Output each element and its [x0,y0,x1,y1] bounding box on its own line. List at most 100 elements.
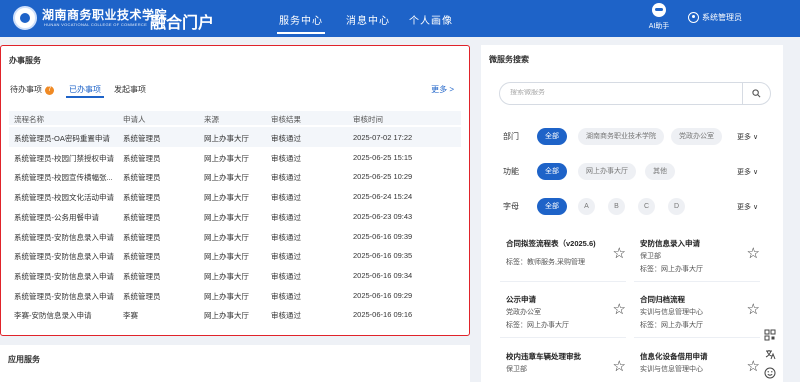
star-icon[interactable]: ☆ [747,246,760,261]
smiley-icon[interactable] [764,367,776,379]
cell-result: 审核通过 [271,252,301,262]
service-card[interactable]: 校内违章车辆处理审批 保卫部 ☆ [500,346,626,382]
tab-pending[interactable]: 待办事项 7 [10,84,54,95]
table-row[interactable]: 系统管理员-OA密码重置申请 系统管理员 网上办事大厅 审核通过 2025-07-02 … [9,127,461,147]
ai-assistant-button[interactable]: AI助手 [644,3,674,31]
card-title: 合同拟签流程表（v2025.6) [506,239,596,248]
star-icon[interactable]: ☆ [747,359,760,374]
card-department: 党政办公室 [506,309,541,316]
col-result: 审核结果 [271,115,301,124]
service-card[interactable]: 信息化设备借用申请 实训与信息管理中心 ☆ [634,346,760,382]
filter-chip-all[interactable]: 全部 [537,163,567,180]
filter-label-function: 功能 [503,167,519,176]
cell-source: 网上办事大厅 [204,232,249,242]
tab-initiated[interactable]: 发起事项 [114,84,146,95]
card-tag: 标签：教师服务,采购管理 [506,259,585,266]
micro-service-panel: 微服务搜索 部门 全部 湖南商务职业技术学院 党政办公室 更多 ∨ 功能 全部 … [481,45,783,382]
ban-service-title: 办事服务 [9,56,41,65]
col-process-name: 流程名称 [14,115,44,124]
cell-applicant: 系统管理员 [123,212,161,222]
filter-chip-online-hall[interactable]: 网上办事大厅 [578,163,636,180]
nav-personal-profile[interactable]: 个人画像 [409,12,453,27]
cell-process-name: 系统管理员-安防信息录入申请 [14,291,114,301]
cell-result: 审核通过 [271,173,301,183]
col-source: 来源 [204,115,219,124]
filter-more-letter[interactable]: 更多 ∨ [737,202,758,212]
filter-label-department: 部门 [503,132,519,141]
filter-chip-b[interactable]: B [608,198,625,215]
tab-pending-label: 待办事项 [10,85,42,94]
cell-process-name: 系统管理员-校园门禁授权申请 [14,153,114,163]
qrcode-icon[interactable] [764,329,776,341]
user-menu[interactable]: 系统管理员 [688,12,742,24]
table-row[interactable]: 系统管理员-公务用餐申请 系统管理员 网上办事大厅 审核通过 2025-06-23 09… [9,206,461,226]
ban-service-panel: 办事服务 待办事项 7 已办事项 发起事项 更多 > 流程名称 申请人 来源 审核… [0,45,470,336]
filter-chip-a[interactable]: A [578,198,595,215]
cell-source: 网上办事大厅 [204,311,249,321]
cell-result: 审核通过 [271,311,301,321]
service-card[interactable]: 合同拟签流程表（v2025.6) 标签：教师服务,采购管理 ☆ [500,233,626,282]
service-card[interactable]: 公示申请 党政办公室 标签：网上办事大厅 ☆ [500,289,626,338]
table-row[interactable]: 系统管理员-安防信息录入申请 系统管理员 网上办事大厅 审核通过 2025-06-16 … [9,226,461,246]
school-name: 湖南商务职业技术学院 [42,8,168,22]
filter-chip-other[interactable]: 其他 [645,163,675,180]
search-box [499,82,771,105]
more-link[interactable]: 更多 > [431,84,454,95]
search-icon [752,89,761,98]
filter-chip-all[interactable]: 全部 [537,198,567,215]
micro-search-title: 微服务搜索 [489,55,529,64]
table-row[interactable]: 系统管理员-安防信息录入申请 系统管理员 网上办事大厅 审核通过 2025-06-16 … [9,285,461,305]
cell-process-name: 系统管理员-安防信息录入申请 [14,252,114,262]
table-row[interactable]: 系统管理员-校园宣传横幅张... 系统管理员 网上办事大厅 审核通过 2025-06-2… [9,166,461,186]
filter-chip-all[interactable]: 全部 [537,128,567,145]
card-title: 安防信息录入申请 [640,239,700,248]
cell-result: 审核通过 [271,134,301,143]
tab-done[interactable]: 已办事项 [66,84,104,98]
card-department: 实训与信息管理中心 [640,366,703,373]
pending-count-badge: 7 [45,86,54,95]
service-card[interactable]: 安防信息录入申请 保卫部 标签：网上办事大厅 ☆ [634,233,760,282]
service-card[interactable]: 合同归档流程 实训与信息管理中心 标签：网上办事大厅 ☆ [634,289,760,338]
cell-time: 2025-06-25 10:29 [353,172,413,182]
table-row[interactable]: 李赛-安防信息录入申请 李赛 网上办事大厅 审核通过 2025-06-16 09:16 [9,304,461,324]
cell-applicant: 李赛 [123,311,138,321]
translate-icon[interactable] [764,348,776,360]
cell-time: 2025-06-16 09:35 [353,251,413,261]
filter-more-function[interactable]: 更多 ∨ [737,167,758,177]
star-icon[interactable]: ☆ [613,359,626,374]
card-title: 校内违章车辆处理审批 [506,352,581,361]
star-icon[interactable]: ☆ [613,246,626,261]
cell-applicant: 系统管理员 [123,193,161,203]
table-row[interactable]: 系统管理员-安防信息录入申请 系统管理员 网上办事大厅 审核通过 2025-06-16 … [9,245,461,265]
nav-service-center[interactable]: 服务中心 [277,12,325,34]
filter-chip-c[interactable]: C [638,198,655,215]
filter-chip-d[interactable]: D [668,198,685,215]
cell-applicant: 系统管理员 [123,252,161,262]
card-department: 保卫部 [640,253,661,260]
table-row[interactable]: 系统管理员-校园门禁授权申请 系统管理员 网上办事大厅 审核通过 2025-06-25 … [9,147,461,167]
table-row[interactable]: 系统管理员-安防信息录入申请 系统管理员 网上办事大厅 审核通过 2025-06-16 … [9,265,461,285]
card-tag: 标签：网上办事大厅 [640,322,703,329]
col-applicant: 申请人 [123,115,146,124]
cell-process-name: 李赛-安防信息录入申请 [14,311,92,321]
cell-source: 网上办事大厅 [204,291,249,301]
cell-time: 2025-06-16 09:34 [353,270,413,280]
filter-more-department[interactable]: 更多 ∨ [737,132,758,142]
cell-result: 审核通过 [271,271,301,281]
cell-result: 审核通过 [271,212,301,222]
cell-applicant: 系统管理员 [123,134,161,143]
cell-result: 审核通过 [271,291,301,301]
search-input[interactable] [510,89,730,96]
cell-time: 2025-06-25 15:15 [353,152,413,162]
card-department: 实训与信息管理中心 [640,309,703,316]
nav-message-center[interactable]: 消息中心 [346,12,390,27]
cell-time: 2025-06-16 09:29 [353,290,413,300]
table-row[interactable]: 系统管理员-校园文化活动申请 系统管理员 网上办事大厅 审核通过 2025-06-24 … [9,186,461,206]
cell-result: 审核通过 [271,193,301,203]
search-button[interactable] [742,83,770,104]
filter-chip-office[interactable]: 党政办公室 [671,128,722,145]
cell-process-name: 系统管理员-公务用餐申请 [14,212,99,222]
filter-chip-college[interactable]: 湖南商务职业技术学院 [578,128,664,145]
star-icon[interactable]: ☆ [747,302,760,317]
star-icon[interactable]: ☆ [613,302,626,317]
